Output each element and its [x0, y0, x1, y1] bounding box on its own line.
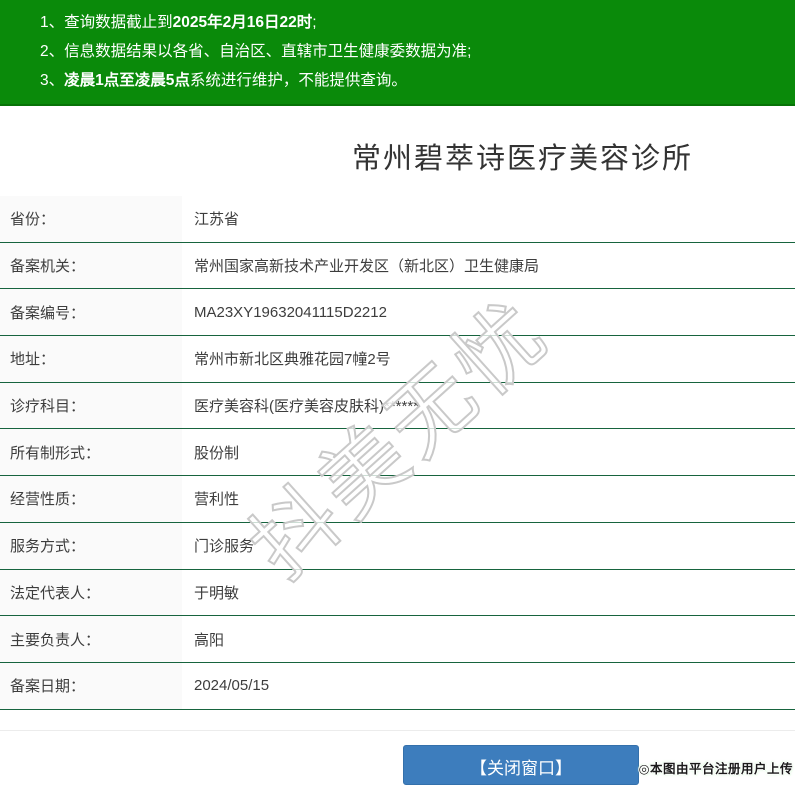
info-table: 省份： 江苏省 备案机关： 常州国家高新技术产业开发区（新北区）卫生健康局 备案… [0, 196, 795, 710]
notice-line-1: 1、查询数据截止到2025年2月16日22时; [40, 8, 783, 37]
row-value: 江苏省 [194, 211, 240, 229]
row-value: MA23XY19632041115D2212 [194, 303, 387, 321]
row-label: 省份： [0, 196, 182, 242]
table-row: 省份： 江苏省 [0, 196, 795, 243]
table-row: 法定代表人： 于明敏 [0, 569, 795, 617]
table-row: 诊疗科目： 医疗美容科(医疗美容皮肤科)****** [0, 382, 795, 430]
footer: 【关闭窗口】 ◎本图由平台注册用户上传 [0, 730, 795, 785]
row-value: 营利性 [194, 491, 240, 509]
table-row: 服务方式： 门诊服务 [0, 522, 795, 570]
page-title: 常州碧萃诗医疗美容诊所 [351, 143, 693, 175]
table-row: 所有制形式： 股份制 [0, 429, 795, 477]
upload-credit-text: ◎本图由平台注册用户上传 [638, 762, 793, 776]
table-row: 备案机关： 常州国家高新技术产业开发区（新北区）卫生健康局 [0, 242, 795, 290]
notice-line-2: 2、信息数据结果以各省、自治区、直辖市卫生健康委数据为准; [40, 37, 783, 66]
row-label: 服务方式： [0, 522, 182, 569]
row-label: 主要负责人： [0, 616, 182, 662]
row-value: 门诊服务 [194, 538, 255, 556]
row-value: 常州国家高新技术产业开发区（新北区）卫生健康局 [194, 258, 540, 276]
row-value: 高阳 [194, 631, 225, 649]
row-label: 备案编号： [0, 289, 182, 336]
row-label: 备案机关： [0, 242, 182, 289]
table-row: 主要负责人： 高阳 [0, 616, 795, 663]
notice-line-3: 3、凌晨1点至凌晨5点系统进行维护，不能提供查询。 [40, 66, 783, 95]
notice-1-post: ; [312, 14, 317, 31]
row-value: 2024/05/15 [194, 677, 270, 695]
row-label: 地址： [0, 336, 182, 382]
notice-1-strong: 2025年2月16日22时 [172, 14, 313, 31]
row-label: 法定代表人： [0, 569, 182, 616]
notice-3-pre: 3、 [40, 72, 65, 89]
row-label: 诊疗科目： [0, 382, 182, 429]
row-label: 所有制形式： [0, 429, 182, 476]
row-label: 经营性质： [0, 476, 182, 522]
notice-2-pre: 2、信息数据结果以各省、自治区、直辖市卫生健康委数据为准; [40, 43, 472, 60]
notice-3-strong: 凌晨1点至凌晨5点 [64, 72, 190, 89]
row-value: 常州市新北区典雅花园7幢2号 [194, 351, 391, 369]
notice-bar: 1、查询数据截止到2025年2月16日22时; 2、信息数据结果以各省、自治区、… [0, 0, 795, 106]
table-row: 备案编号： MA23XY19632041115D2212 [0, 289, 795, 337]
row-label: 备案日期： [0, 662, 182, 709]
table-row: 地址： 常州市新北区典雅花园7幢2号 [0, 336, 795, 383]
notice-1-pre: 1、查询数据截止到 [40, 14, 173, 31]
table-row: 经营性质： 营利性 [0, 476, 795, 523]
row-value: 于明敏 [194, 584, 240, 602]
table-row: 备案日期： 2024/05/15 [0, 662, 795, 710]
row-value: 股份制 [194, 444, 240, 462]
close-window-button[interactable]: 【关闭窗口】 [403, 745, 639, 785]
notice-3-post: 系统进行维护，不能提供查询。 [189, 72, 407, 89]
row-value: 医疗美容科(医疗美容皮肤科)****** [194, 398, 420, 416]
